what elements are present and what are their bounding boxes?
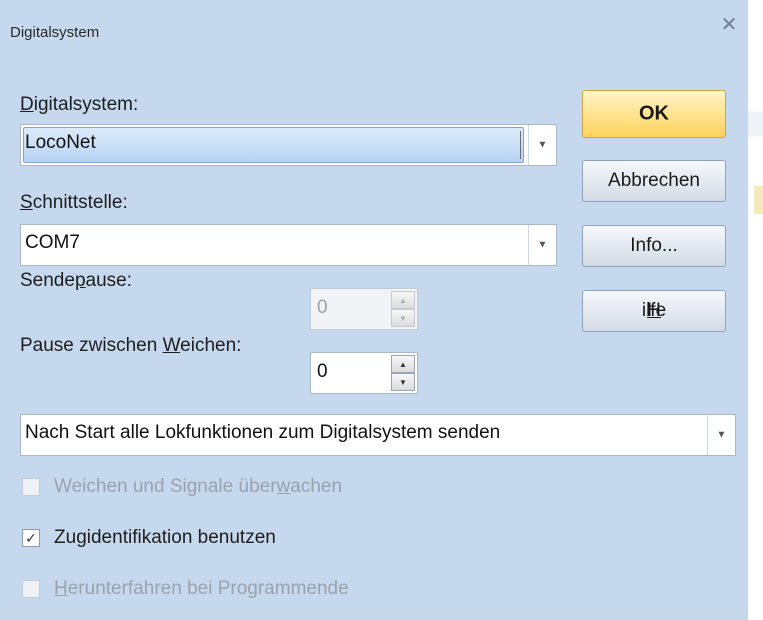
digitalsystem-value: LocoNet [25, 132, 96, 153]
sendepause-value: 0 [317, 297, 328, 318]
digitalsystem-select[interactable]: LocoNet ▼ [20, 124, 557, 166]
herunterfahren-label: Herunterfahren bei Programmende [54, 578, 349, 599]
info-button[interactable]: Info... [582, 225, 726, 267]
weichen-signale-label: Weichen und Signale überwachen [54, 476, 343, 497]
background-highlight [754, 186, 763, 214]
start-action-value: Nach Start alle Lokfunktionen zum Digita… [25, 422, 501, 443]
sendepause-spinner: 0 ▲ ▼ [310, 288, 418, 330]
window-frame-right [748, 0, 763, 620]
window-title: Digitalsystem [10, 24, 100, 41]
close-icon[interactable]: ✕ [718, 14, 740, 36]
digitalsystem-select-field [23, 127, 524, 163]
spin-up-icon: ▲ [391, 291, 415, 309]
zugidentifikation-label[interactable]: Zugidentifikation benutzen [54, 527, 276, 549]
herunterfahren-checkbox [22, 580, 40, 598]
title-bar: Digitalsystem ✕ [0, 0, 748, 64]
text-cursor [520, 131, 521, 159]
spin-down-icon[interactable]: ▼ [391, 373, 415, 391]
spin-up-icon[interactable]: ▲ [391, 355, 415, 373]
digitalsystem-label: Digitalsystem: [20, 94, 139, 115]
chevron-down-icon[interactable]: ▼ [528, 125, 556, 165]
digitalsystem-label-rest: igitalsystem: [33, 94, 139, 115]
schnittstelle-value: COM7 [25, 232, 80, 253]
pause-weichen-value: 0 [317, 361, 328, 382]
window-frame-bottom [0, 607, 748, 620]
schnittstelle-label-rest: chnittstelle: [32, 192, 128, 213]
schnittstelle-select[interactable]: COM7 ▼ [20, 224, 557, 266]
ok-button[interactable]: OK [582, 90, 726, 138]
spin-down-icon: ▼ [391, 309, 415, 327]
chevron-down-icon[interactable]: ▼ [707, 415, 735, 455]
pause-weichen-label: Pause zwischen Weichen: [20, 335, 242, 356]
start-action-select[interactable]: Nach Start alle Lokfunktionen zum Digita… [20, 414, 736, 456]
dialog-body: Digitalsystem: LocoNet ▼ Schnittstelle: … [0, 64, 748, 607]
weichen-signale-checkbox [22, 478, 40, 496]
help-button[interactable]: Hilfe [582, 290, 726, 332]
zugidentifikation-checkbox[interactable]: ✓ [22, 529, 40, 547]
chevron-down-icon[interactable]: ▼ [528, 225, 556, 265]
sendepause-label: Sendepause: [20, 270, 133, 291]
schnittstelle-label: Schnittstelle: [20, 192, 128, 213]
pause-weichen-spinner[interactable]: 0 ▲ ▼ [310, 352, 418, 394]
cancel-button[interactable]: Abbrechen [582, 160, 726, 202]
